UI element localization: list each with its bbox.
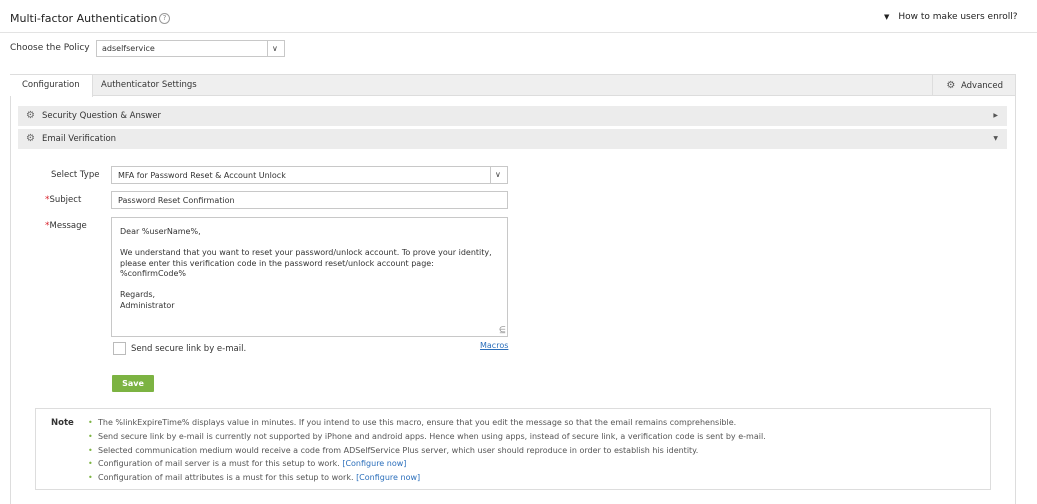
page-title: Multi-factor Authentication bbox=[10, 12, 158, 25]
enroll-help-link[interactable]: ▼ How to make users enroll? bbox=[884, 12, 1018, 22]
note-item-text: Configuration of mail server is a must f… bbox=[98, 459, 340, 469]
divider bbox=[932, 75, 933, 96]
secure-link-checkbox[interactable] bbox=[113, 342, 126, 355]
tab-configuration[interactable]: Configuration bbox=[10, 75, 93, 97]
accordion-label: Email Verification bbox=[42, 134, 117, 144]
message-line: We understand that you want to reset you… bbox=[120, 248, 492, 257]
note-title: Note bbox=[51, 418, 74, 428]
chevron-right-icon: ▶ bbox=[993, 112, 998, 119]
message-line bbox=[120, 280, 499, 291]
policy-label: Choose the Policy bbox=[10, 43, 90, 53]
subject-label: *Subject bbox=[45, 195, 81, 205]
message-line bbox=[120, 238, 499, 249]
note-list: The %linkExpireTime% displays value in m… bbox=[88, 418, 766, 487]
message-label-text: Message bbox=[49, 221, 87, 231]
select-type-dropdown[interactable]: MFA for Password Reset & Account Unlock … bbox=[111, 166, 508, 184]
subject-label-text: Subject bbox=[49, 195, 82, 205]
key-icon: ⚙ bbox=[26, 133, 35, 144]
message-line: Regards, bbox=[120, 290, 156, 299]
note-box: Note The %linkExpireTime% displays value… bbox=[35, 408, 991, 490]
tab-bar: Configuration Authenticator Settings ⚙ A… bbox=[10, 74, 1016, 97]
note-item: The %linkExpireTime% displays value in m… bbox=[88, 418, 766, 432]
note-item: Configuration of mail attributes is a mu… bbox=[88, 473, 766, 487]
note-item-text: Send secure link by e-mail is currently … bbox=[98, 431, 766, 441]
caret-down-icon: ▼ bbox=[884, 13, 890, 21]
macros-link[interactable]: Macros bbox=[480, 341, 508, 350]
message-line: Administrator bbox=[120, 300, 175, 310]
policy-select-value: adselfservice bbox=[102, 44, 155, 53]
configure-mail-server-link[interactable]: [Configure now] bbox=[342, 459, 406, 468]
tab-authenticator-settings[interactable]: Authenticator Settings bbox=[89, 75, 209, 96]
accordion-label: Security Question & Answer bbox=[42, 111, 161, 121]
note-item-text: Configuration of mail attributes is a mu… bbox=[98, 473, 354, 483]
note-item: Configuration of mail server is a must f… bbox=[88, 459, 766, 473]
policy-select[interactable]: adselfservice ∨ bbox=[96, 40, 285, 57]
message-label: *Message bbox=[45, 221, 87, 231]
note-item-text: Selected communication medium would rece… bbox=[98, 445, 699, 455]
chevron-down-icon: ▼ bbox=[993, 135, 998, 142]
select-type-value: MFA for Password Reset & Account Unlock bbox=[118, 171, 286, 180]
message-line: %confirmCode% bbox=[120, 269, 187, 278]
secure-link-label: Send secure link by e-mail. bbox=[131, 344, 247, 354]
advanced-button[interactable]: ⚙ Advanced bbox=[946, 75, 1003, 96]
chevron-down-icon: ∨ bbox=[495, 170, 501, 179]
select-type-label: Select Type bbox=[51, 170, 100, 180]
save-button[interactable]: Save bbox=[112, 375, 154, 392]
help-icon[interactable]: ? bbox=[159, 13, 170, 24]
gear-icon: ⚙ bbox=[946, 80, 956, 91]
message-line: Dear %userName%, bbox=[120, 227, 201, 236]
resize-handle-icon[interactable]: ⋸ bbox=[499, 325, 506, 336]
subject-value: Password Reset Confirmation bbox=[118, 196, 235, 205]
policy-dropdown-button[interactable]: ∨ bbox=[267, 41, 284, 56]
message-textarea[interactable]: Dear %userName%, We understand that you … bbox=[111, 217, 508, 337]
note-item-text: The %linkExpireTime% displays value in m… bbox=[98, 418, 737, 427]
advanced-label: Advanced bbox=[961, 81, 1003, 91]
key-icon: ⚙ bbox=[26, 110, 35, 121]
accordion-email-verification[interactable]: ⚙ Email Verification ▼ bbox=[18, 129, 1007, 149]
chevron-down-icon: ∨ bbox=[272, 44, 278, 53]
accordion-security-question[interactable]: ⚙ Security Question & Answer ▶ bbox=[18, 106, 1007, 126]
configure-mail-attributes-link[interactable]: [Configure now] bbox=[356, 473, 420, 482]
enroll-help-label: How to make users enroll? bbox=[898, 12, 1018, 22]
message-line: please enter this verification code in t… bbox=[120, 258, 434, 268]
note-item: Send secure link by e-mail is currently … bbox=[88, 432, 766, 446]
subject-input[interactable]: Password Reset Confirmation bbox=[111, 191, 508, 209]
select-type-dropdown-button[interactable]: ∨ bbox=[490, 167, 507, 183]
note-item: Selected communication medium would rece… bbox=[88, 446, 766, 460]
